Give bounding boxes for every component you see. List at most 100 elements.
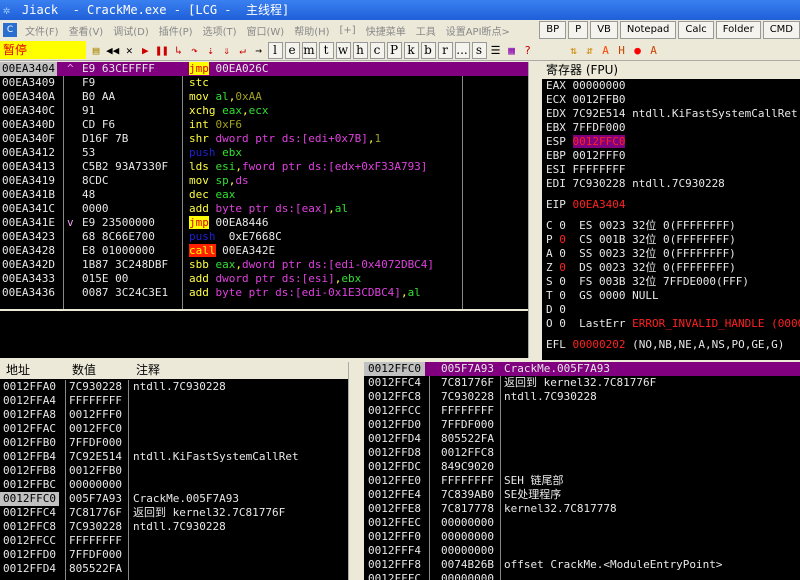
menu-item[interactable]: [+]: [335, 25, 361, 36]
disasm-row[interactable]: 00EA341B 48 dec eax: [0, 188, 528, 202]
toolbar-window-button[interactable]: l: [267, 41, 283, 59]
toolbar-window-button[interactable]: w: [335, 41, 351, 59]
toolbar-window-button[interactable]: h: [352, 41, 368, 59]
register-line[interactable]: P 0 CS 001B 32位 0(FFFFFFFF): [542, 233, 800, 247]
dump-pane[interactable]: 地址 数值 注释 0012FFA0 7C930228 ntdll.7C930228 0012…: [0, 362, 348, 580]
menu-item[interactable]: 插件(P): [154, 23, 198, 38]
stack-pane[interactable]: 0012FFC0 005F7A93 CrackMe.005F7A93 0012FFC4…: [364, 362, 800, 580]
register-line[interactable]: EBX 7FFDF000: [542, 121, 800, 135]
stack-row[interactable]: 0012FFEC 00000000: [364, 516, 800, 530]
register-line[interactable]: ESP 0012FFC0: [542, 135, 800, 149]
dump-row[interactable]: 0012FFB8 0012FFB0: [0, 464, 348, 478]
register-line[interactable]: C 0 ES 0023 32位 0(FFFFFFFF): [542, 219, 800, 233]
stack-row[interactable]: 0012FFFC 00000000: [364, 572, 800, 580]
register-line[interactable]: O 0 LastErr ERROR_INVALID_HANDLE (000000…: [542, 317, 800, 331]
dump-row[interactable]: 0012FFD0 7FFDF000: [0, 548, 348, 562]
disasm-row[interactable]: 00EA3419 8CDC mov sp,ds: [0, 174, 528, 188]
pause-icon[interactable]: ❚❚: [154, 42, 169, 59]
toolbar-window-button[interactable]: t: [318, 41, 334, 59]
disasm-row[interactable]: 00EA340F D16F 7B shr dword ptr ds:[edi+0x7…: [0, 132, 528, 146]
stack-row[interactable]: 0012FFC0 005F7A93 CrackMe.005F7A93: [364, 362, 800, 376]
hbp-icon[interactable]: H: [615, 42, 629, 59]
help-icon[interactable]: ?: [521, 42, 535, 59]
dump-row[interactable]: 0012FFC8 7C930228 ntdll.7C930228: [0, 520, 348, 534]
dump-row[interactable]: 0012FFAC 0012FFC0: [0, 422, 348, 436]
disasm-row[interactable]: 00EA341E v E9 23500000 jmp 00EA8446: [0, 216, 528, 230]
stack-row[interactable]: 0012FFE8 7C817778 kernel32.7C817778: [364, 502, 800, 516]
dump-row[interactable]: 0012FFB4 7C92E514 ntdll.KiFastSystemCallRe…: [0, 450, 348, 464]
quick-button-vb[interactable]: VB: [590, 21, 618, 39]
stack-row[interactable]: 0012FFDC 849C9020: [364, 460, 800, 474]
disasm-row[interactable]: 00EA3404 ^ E9 63CEFFFF jmp 00EA026C: [0, 62, 528, 76]
disasm-row[interactable]: 00EA340A B0 AA mov al,0xAA: [0, 90, 528, 104]
register-line[interactable]: EIP 00EA3404: [542, 198, 800, 212]
register-line[interactable]: [542, 191, 800, 198]
asm-icon[interactable]: A: [647, 42, 661, 59]
toolbar-window-button[interactable]: P: [386, 41, 402, 59]
register-line[interactable]: EAX 00000000: [542, 79, 800, 93]
step-into-icon[interactable]: ↳: [172, 42, 186, 59]
stack-row[interactable]: 0012FFD8 0012FFC8: [364, 446, 800, 460]
record-icon[interactable]: ●: [631, 42, 645, 59]
register-line[interactable]: EBP 0012FFF0: [542, 149, 800, 163]
register-line[interactable]: S 0 FS 003B 32位 7FFDE000(FFF): [542, 275, 800, 289]
windows-icon[interactable]: ▦: [505, 42, 519, 59]
restart-icon[interactable]: ◀◀: [105, 42, 120, 59]
disasm-row[interactable]: 00EA342D 1B87 3C248DBF sbb eax,dword ptr d…: [0, 258, 528, 272]
stack-row[interactable]: 0012FFD4 805522FA: [364, 432, 800, 446]
execute-till-return-icon[interactable]: ↵: [236, 42, 250, 59]
dump-scrollbar[interactable]: [348, 362, 362, 580]
quick-button-bp[interactable]: BP: [539, 21, 567, 39]
stack-row[interactable]: 0012FFC4 7C81776F 返回到 kernel32.7C81776F: [364, 376, 800, 390]
trace-over-icon[interactable]: ⇓: [220, 42, 234, 59]
toolbar-window-button[interactable]: c: [369, 41, 385, 59]
toolbar-window-button[interactable]: s: [471, 41, 487, 59]
app-menu-icon[interactable]: C: [3, 23, 17, 37]
stack-row[interactable]: 0012FFF0 00000000: [364, 530, 800, 544]
menu-item[interactable]: 工具: [411, 23, 441, 38]
sort-icon[interactable]: ⇵: [583, 42, 597, 59]
quick-button-folder[interactable]: Folder: [715, 21, 761, 39]
disasm-row[interactable]: 00EA3413 C5B2 93A7330F lds esi,fword ptr d…: [0, 160, 528, 174]
goto-icon[interactable]: →: [252, 42, 266, 59]
dump-row[interactable]: 0012FFA8 0012FFF0: [0, 408, 348, 422]
quick-button-cmd[interactable]: CMD: [762, 21, 800, 39]
register-line[interactable]: D 0: [542, 303, 800, 317]
open-icon[interactable]: ▤: [89, 42, 103, 59]
menu-item[interactable]: 选项(T): [198, 23, 242, 38]
toolbar-window-button[interactable]: k: [403, 41, 419, 59]
dump-row[interactable]: 0012FFC0 005F7A93 CrackMe.005F7A93: [0, 492, 348, 506]
dump-row[interactable]: 0012FFCC FFFFFFFF: [0, 534, 348, 548]
stack-row[interactable]: 0012FFF4 00000000: [364, 544, 800, 558]
disasm-row[interactable]: 00EA341C 0000 add byte ptr ds:[eax],al: [0, 202, 528, 216]
register-line[interactable]: ECX 0012FFB0: [542, 93, 800, 107]
toolbar-window-button[interactable]: b: [420, 41, 436, 59]
list-icon[interactable]: ☰: [489, 42, 503, 59]
disassembly-scrollbar[interactable]: [528, 62, 542, 358]
menu-item[interactable]: 窗口(W): [242, 23, 290, 38]
menu-item[interactable]: 快捷菜单: [361, 23, 411, 38]
hw-breakpoint-icon[interactable]: ⇅: [567, 42, 581, 59]
register-line[interactable]: ESI FFFFFFFF: [542, 163, 800, 177]
dump-row[interactable]: 0012FFA4 FFFFFFFF: [0, 394, 348, 408]
disasm-row[interactable]: 00EA3433 015E 00 add dword ptr ds:[esi],eb…: [0, 272, 528, 286]
stack-row[interactable]: 0012FFE0 FFFFFFFF SEH 链尾部: [364, 474, 800, 488]
toolbar-window-button[interactable]: m: [301, 41, 317, 59]
stack-row[interactable]: 0012FFC8 7C930228 ntdll.7C930228: [364, 390, 800, 404]
trace-into-icon[interactable]: ⇣: [204, 42, 218, 59]
comment-column-header[interactable]: 注释: [136, 362, 160, 379]
register-line[interactable]: EFL 00000202 (NO,NB,NE,A,NS,PO,GE,G): [542, 338, 800, 352]
dump-row[interactable]: 0012FFD4 805522FA: [0, 562, 348, 576]
menu-item[interactable]: 设置API断点>: [441, 23, 515, 38]
register-line[interactable]: A 0 SS 0023 32位 0(FFFFFFFF): [542, 247, 800, 261]
stack-row[interactable]: 0012FFCC FFFFFFFF: [364, 404, 800, 418]
disasm-row[interactable]: 00EA3436 0087 3C24C3E1 add byte ptr ds:[ed…: [0, 286, 528, 300]
disassembly-pane[interactable]: 00EA3404 ^ E9 63CEFFFF jmp 00EA026C 00EA3409…: [0, 62, 528, 309]
menu-item[interactable]: 帮助(H): [289, 23, 334, 38]
toolbar-window-button[interactable]: e: [284, 41, 300, 59]
dump-row[interactable]: 0012FFBC 00000000: [0, 478, 348, 492]
quick-button-calc[interactable]: Calc: [678, 21, 714, 39]
register-line[interactable]: T 0 GS 0000 NULL: [542, 289, 800, 303]
close-icon[interactable]: ✕: [122, 42, 136, 59]
register-line[interactable]: EDI 7C930228 ntdll.7C930228: [542, 177, 800, 191]
